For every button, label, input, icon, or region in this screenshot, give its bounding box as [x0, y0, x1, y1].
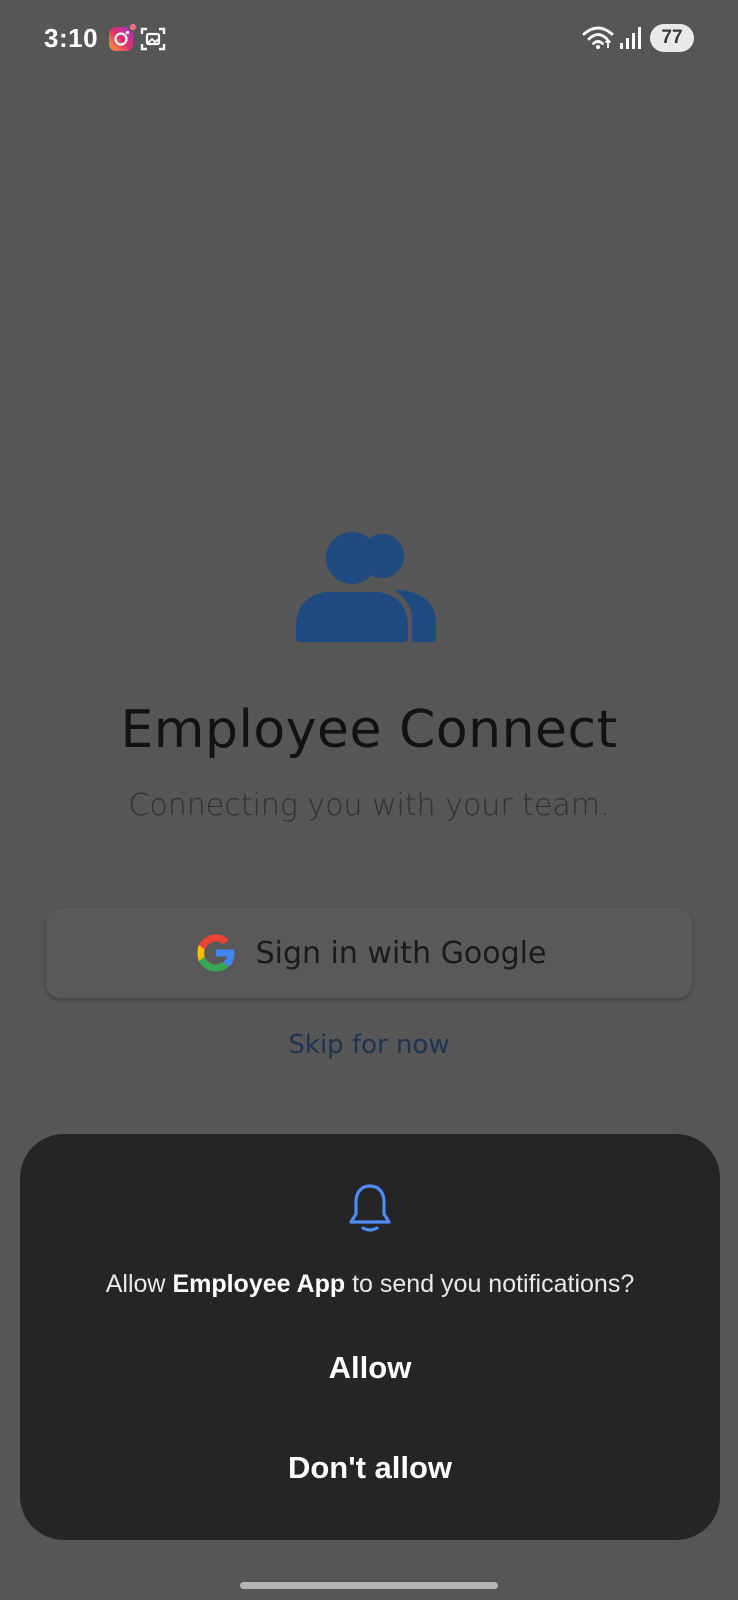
- app-tagline: Connecting you with your team.: [128, 788, 610, 823]
- dialog-message-prefix: Allow: [105, 1270, 173, 1298]
- status-time: 3:10: [44, 23, 99, 53]
- allow-button[interactable]: Allow: [60, 1328, 680, 1408]
- skip-for-now-link[interactable]: Skip for now: [0, 1030, 738, 1060]
- google-logo-icon: [197, 934, 236, 972]
- wifi-icon: [582, 26, 614, 49]
- google-signin-label: Sign in with Google: [255, 935, 547, 971]
- signal-icon: [620, 27, 641, 49]
- dialog-app-name: Employee App: [172, 1270, 346, 1298]
- status-bar: 3:10 77: [0, 0, 738, 78]
- home-indicator[interactable]: [240, 1582, 498, 1589]
- dialog-message-suffix: to send you notifications?: [345, 1270, 635, 1298]
- notification-permission-dialog: Allow Employee App to send you notificat…: [20, 1134, 720, 1540]
- battery-icon: 77: [650, 24, 694, 52]
- battery-level: 77: [661, 27, 683, 48]
- screenshot-icon: [140, 27, 166, 51]
- bell-icon: [349, 1184, 391, 1232]
- dont-allow-button[interactable]: Don't allow: [60, 1428, 680, 1508]
- google-signin-button[interactable]: Sign in with Google: [46, 908, 692, 998]
- app-title: Employee Connect: [120, 700, 618, 760]
- screen: 3:10 77 Employee Connect Connecting you …: [0, 0, 738, 1600]
- team-icon: [296, 532, 436, 642]
- dialog-message: Allow Employee App to send you notificat…: [20, 1270, 720, 1299]
- notification-dot-icon: [128, 22, 138, 32]
